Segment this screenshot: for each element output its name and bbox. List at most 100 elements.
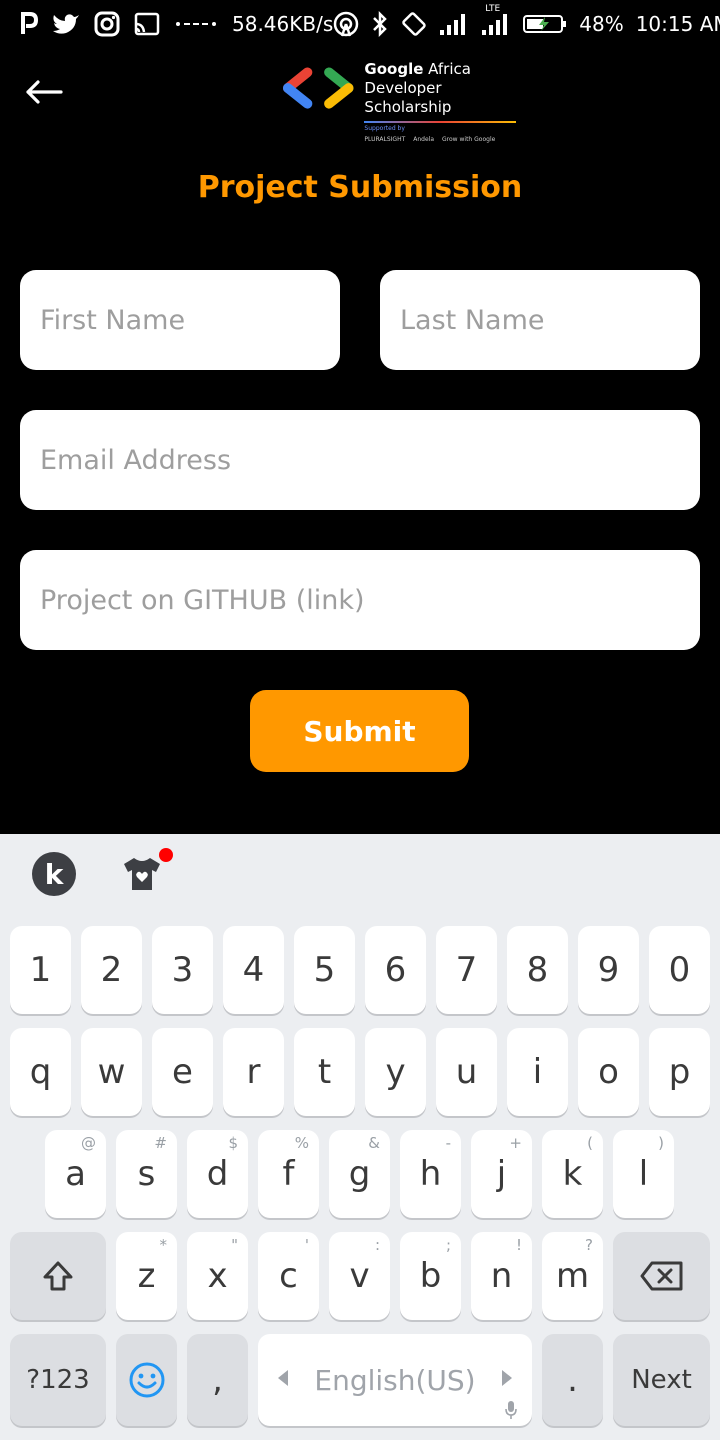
- key-h[interactable]: h-: [400, 1130, 461, 1218]
- key-y[interactable]: y: [365, 1028, 426, 1116]
- symbols-key[interactable]: ?123: [10, 1334, 106, 1426]
- key-6[interactable]: 6: [365, 926, 426, 1014]
- first-name-input[interactable]: [40, 270, 340, 370]
- key-label: w: [97, 1052, 126, 1092]
- next-key[interactable]: Next: [613, 1334, 710, 1426]
- key-k[interactable]: k(: [542, 1130, 603, 1218]
- key-secondary-label: +: [509, 1134, 522, 1152]
- key-label: 3: [171, 950, 194, 990]
- key-secondary-label: $: [228, 1134, 238, 1152]
- key-z[interactable]: z *: [116, 1232, 177, 1320]
- lte-signal-icon: LTE: [481, 4, 511, 38]
- first-name-field[interactable]: [20, 270, 340, 370]
- period-key[interactable]: .: [542, 1334, 603, 1426]
- key-label: k: [562, 1154, 583, 1194]
- github-link-input[interactable]: [40, 550, 700, 650]
- backspace-key[interactable]: [613, 1232, 710, 1320]
- key-p[interactable]: p: [649, 1028, 710, 1116]
- key-q[interactable]: q: [10, 1028, 71, 1116]
- notification-dot: [159, 848, 173, 862]
- key-label: 8: [526, 950, 549, 990]
- key-label: m: [555, 1256, 590, 1296]
- key-m[interactable]: m?: [542, 1232, 603, 1320]
- key-secondary-label: ?: [585, 1236, 593, 1254]
- key-secondary-label: (: [587, 1134, 593, 1152]
- arrow-left-icon: [278, 1370, 288, 1386]
- submit-button[interactable]: Submit: [250, 690, 469, 772]
- key-label: j: [496, 1154, 507, 1194]
- key-s[interactable]: s #: [116, 1130, 177, 1218]
- key-secondary-label: ): [658, 1134, 664, 1152]
- email-field[interactable]: [20, 410, 700, 510]
- comma-key[interactable]: ,: [187, 1334, 248, 1426]
- key-3[interactable]: 3: [152, 926, 213, 1014]
- email-input[interactable]: [40, 410, 700, 510]
- gads-code-brackets-icon: [282, 67, 354, 109]
- key-a[interactable]: a @: [45, 1130, 106, 1218]
- soft-keyboard: k ?123 , English(US) . Next 1 2 3 4 5 6 …: [0, 834, 720, 1440]
- shift-icon: [43, 1261, 73, 1291]
- logo-line-2: Developer Scholarship: [364, 79, 452, 116]
- key-label: 1: [29, 950, 52, 990]
- logo-divider: [364, 121, 517, 123]
- network-speed: 58.46KB/s: [232, 12, 334, 36]
- lte-label: LTE: [485, 4, 501, 14]
- key-b[interactable]: b;: [400, 1232, 461, 1320]
- key-label: c: [279, 1256, 298, 1296]
- key-j[interactable]: j +: [471, 1130, 532, 1218]
- key-8[interactable]: 8: [507, 926, 568, 1014]
- key-secondary-label: ;: [445, 1236, 451, 1254]
- key-g[interactable]: g &: [329, 1130, 390, 1218]
- last-name-input[interactable]: [400, 270, 700, 370]
- twitter-icon: [52, 10, 80, 38]
- key-label: 0: [668, 950, 691, 990]
- theme-shirt-icon[interactable]: [120, 852, 164, 896]
- key-label: 9: [597, 950, 620, 990]
- logo-line-1: Google Africa: [364, 60, 471, 78]
- key-i[interactable]: i: [507, 1028, 568, 1116]
- key-secondary-label: %: [294, 1134, 309, 1152]
- back-button[interactable]: [22, 72, 66, 112]
- keyboard-app-logo-button[interactable]: k: [32, 852, 76, 896]
- emoji-key[interactable]: [116, 1334, 177, 1426]
- key-f[interactable]: f%: [258, 1130, 319, 1218]
- key-n[interactable]: n!: [471, 1232, 532, 1320]
- key-9[interactable]: 9: [578, 926, 639, 1014]
- key-u[interactable]: u: [436, 1028, 497, 1116]
- battery-percent: 48%: [579, 12, 624, 36]
- key-e[interactable]: e: [152, 1028, 213, 1116]
- key-t[interactable]: t: [294, 1028, 355, 1116]
- key-2[interactable]: 2: [81, 926, 142, 1014]
- key-d[interactable]: d $: [187, 1130, 248, 1218]
- key-c[interactable]: c ': [258, 1232, 319, 1320]
- sponsor-logos: PLURALSIGHT Andela Grow with Google: [364, 136, 530, 143]
- space-key-label: English(US): [314, 1363, 476, 1397]
- github-link-field[interactable]: [20, 550, 700, 650]
- last-name-field[interactable]: [380, 270, 700, 370]
- key-0[interactable]: 0: [649, 926, 710, 1014]
- key-r[interactable]: r: [223, 1028, 284, 1116]
- key-secondary-label: *: [159, 1236, 168, 1254]
- key-label: 6: [384, 950, 407, 990]
- key-4[interactable]: 4: [223, 926, 284, 1014]
- key-v[interactable]: v:: [329, 1232, 390, 1320]
- shift-key[interactable]: [10, 1232, 106, 1320]
- gads-logo: Google Africa Developer Scholarship Supp…: [280, 60, 530, 143]
- key-label: a: [65, 1154, 86, 1194]
- key-x[interactable]: x ": [187, 1232, 248, 1320]
- key-5[interactable]: 5: [294, 926, 355, 1014]
- key-o[interactable]: o: [578, 1028, 639, 1116]
- key-secondary-label: :: [374, 1236, 380, 1254]
- key-label: g: [348, 1154, 371, 1194]
- arrow-right-icon: [502, 1370, 512, 1386]
- space-key[interactable]: English(US): [258, 1334, 532, 1426]
- key-1[interactable]: 1: [10, 926, 71, 1014]
- key-l[interactable]: l): [613, 1130, 674, 1218]
- key-w[interactable]: w: [81, 1028, 142, 1116]
- dots-icon: [174, 10, 218, 38]
- key-label: v: [349, 1256, 370, 1296]
- key-label: e: [172, 1052, 193, 1092]
- key-label: o: [598, 1052, 619, 1092]
- key-7[interactable]: 7: [436, 926, 497, 1014]
- key-label: i: [532, 1052, 543, 1092]
